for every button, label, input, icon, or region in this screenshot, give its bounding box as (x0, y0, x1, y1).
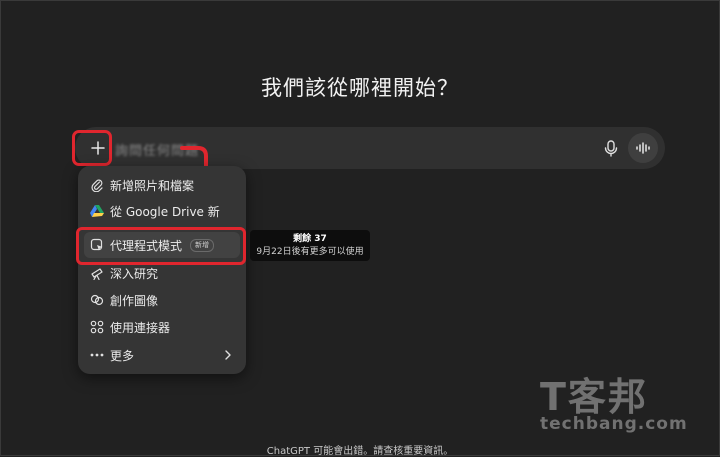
watermark-url: techbang.com (540, 414, 688, 434)
menu-item-label: 深入研究 (110, 266, 159, 281)
dictate-button[interactable] (601, 138, 621, 158)
chat-composer[interactable]: 詢問任何問題 (75, 127, 665, 169)
footer-disclaimer: ChatGPT 可能會出錯。請查核重要資訊。 (266, 446, 454, 457)
paperclip-icon (90, 178, 104, 192)
voice-mode-button[interactable] (628, 133, 658, 163)
menu-item-more[interactable]: 更多 (84, 342, 240, 368)
highlight-agent-annotation (76, 227, 246, 265)
watermark-logo: T客邦 (540, 375, 648, 419)
google-drive-icon (90, 204, 104, 218)
menu-item-label: 使用連接器 (110, 320, 171, 335)
menu-item-label: 創作圖像 (110, 293, 159, 308)
plus-dropdown-menu: 新增照片和檔案 從 Google Drive 新 代理程式模式 新增 深入研究 … (78, 166, 246, 374)
menu-item-google-drive[interactable]: 從 Google Drive 新 (84, 198, 240, 224)
tooltip-reset-note: 9月22日後有更多可以使用 (256, 247, 364, 257)
microphone-icon (604, 140, 618, 157)
menu-item-create-image[interactable]: 創作圖像 (84, 287, 240, 313)
page-heading: 我們該從哪裡開始？ (261, 76, 459, 100)
chevron-right-icon (225, 350, 231, 360)
menu-item-add-photos-files[interactable]: 新增照片和檔案 (84, 172, 240, 198)
voice-waveform-icon (636, 142, 650, 154)
menu-item-use-connectors[interactable]: 使用連接器 (84, 314, 240, 340)
agent-usage-tooltip: 剩餘 37 9月22日後有更多可以使用 (250, 230, 370, 261)
ellipsis-icon (90, 348, 104, 362)
connectors-icon (90, 320, 104, 334)
tooltip-remaining: 剩餘 37 (293, 234, 327, 244)
menu-item-label: 更多 (110, 348, 135, 363)
telescope-icon (90, 266, 104, 280)
menu-item-label: 從 Google Drive 新 (110, 204, 220, 219)
highlight-plus-annotation (72, 130, 112, 166)
image-create-icon (90, 293, 104, 307)
watermark: T客邦 techbang.com (538, 366, 708, 436)
menu-item-label: 新增照片和檔案 (110, 178, 195, 193)
